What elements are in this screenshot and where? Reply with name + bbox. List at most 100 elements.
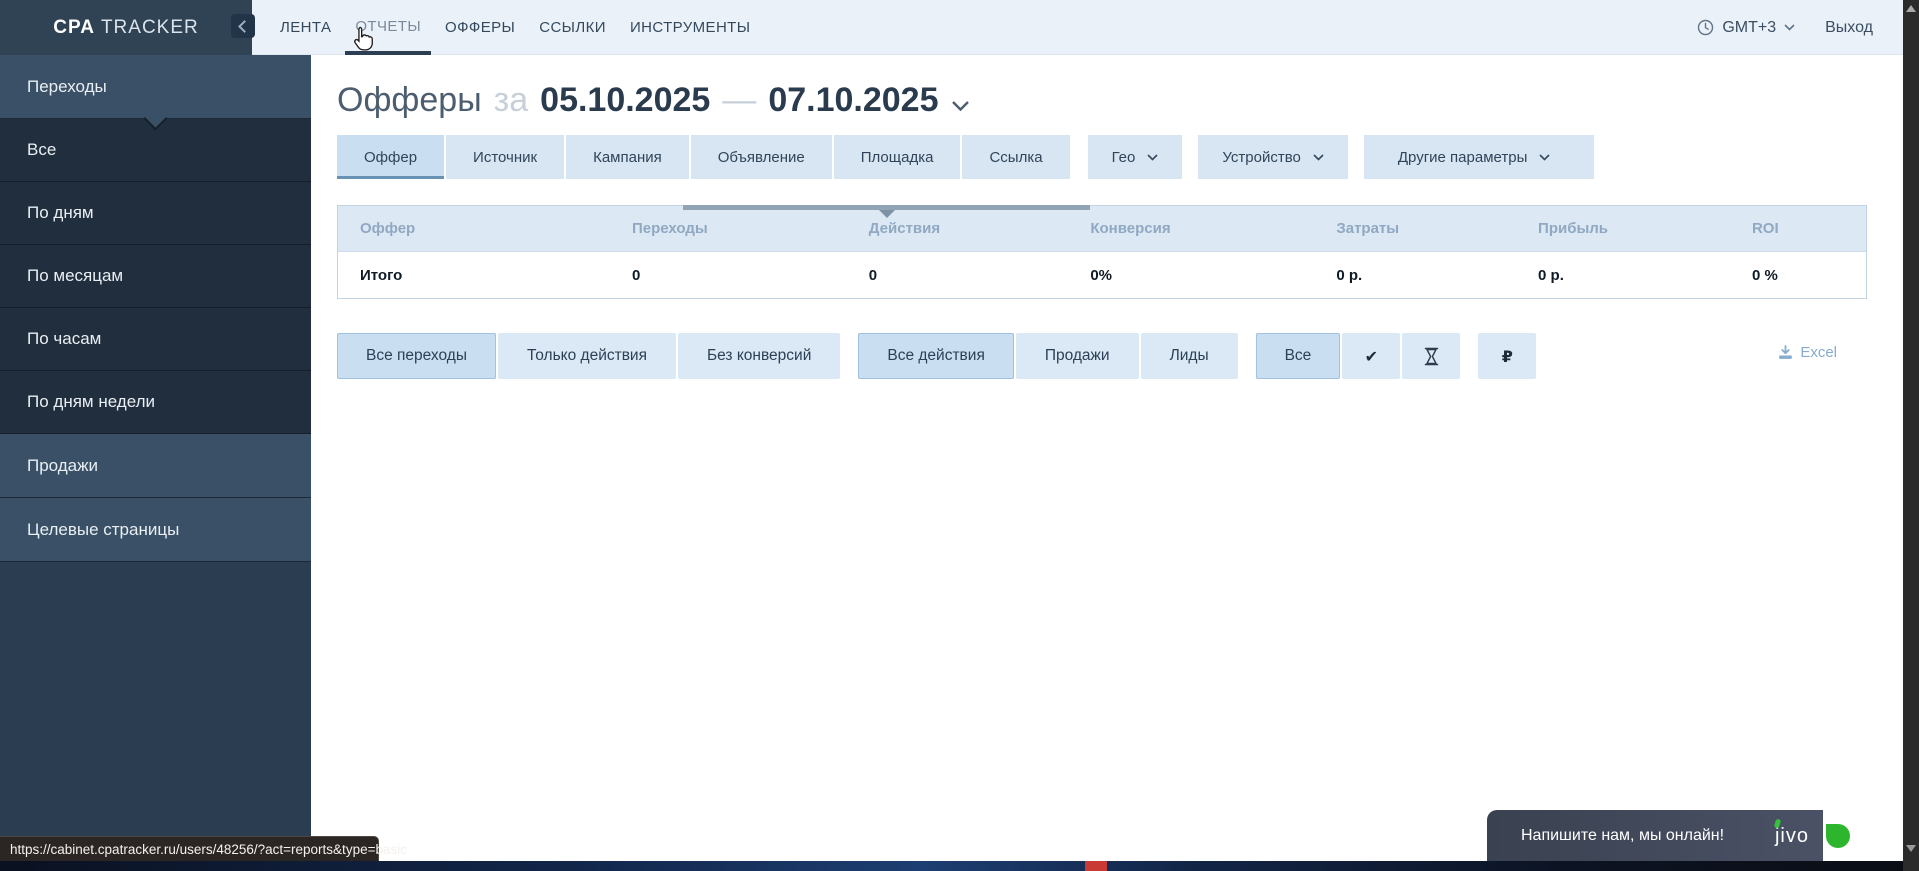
filter-tolko-deystviya[interactable]: Только действия [498, 333, 676, 379]
dropdown-drugie-parametry[interactable]: Другие параметры [1364, 135, 1595, 179]
filter-status-approved[interactable]: ✔ [1342, 333, 1400, 379]
taskbar-red-accent [1085, 861, 1107, 871]
navbar-right: GMT+3 Выход [1697, 0, 1873, 55]
export-excel-label: Excel [1800, 344, 1837, 361]
status-filter-group: Все ✔ [1256, 333, 1461, 379]
hourglass-icon [1424, 347, 1439, 366]
sidebar-item-po-mesyacam[interactable]: По месяцам [0, 245, 311, 308]
chevron-down-icon [1784, 24, 1795, 31]
title-preposition: за [494, 81, 529, 120]
sidebar-item-prodazhi[interactable]: Продажи [0, 434, 311, 498]
totals-konversiya: 0% [1068, 252, 1314, 298]
brand-logo-light: TRACKER [101, 17, 199, 39]
dropdown-drugie-parametry-label: Другие параметры [1398, 149, 1528, 166]
actions-filter-group: Все действия Продажи Лиды [858, 333, 1237, 379]
bottom-taskbar-edge [0, 861, 1919, 871]
sort-indicator-icon [683, 205, 1089, 210]
nav-tab-lenta[interactable]: ЛЕНТА [270, 0, 341, 55]
totals-perehody: 0 [610, 252, 847, 298]
date-separator: — [722, 81, 756, 120]
filter-vse-deystviya[interactable]: Все действия [858, 333, 1013, 379]
status-url-tooltip: https://cabinet.cpatracker.ru/users/4825… [0, 836, 379, 862]
main-nav: ЛЕНТА ОТЧЕТЫ ОФФЕРЫ ССЫЛКИ ИНСТРУМЕНТЫ [270, 0, 760, 54]
download-icon [1778, 345, 1793, 360]
dimension-tabs: Оффер Источник Кампания Объявление Площа… [337, 135, 1594, 179]
filter-vse-perehody[interactable]: Все переходы [337, 333, 496, 379]
ruble-icon: ₽ [1502, 347, 1513, 366]
filter-status-vse[interactable]: Все [1256, 333, 1341, 379]
tab-ploschadka[interactable]: Площадка [834, 135, 961, 179]
dropdown-ustroystvo[interactable]: Устройство [1198, 135, 1347, 179]
date-to[interactable]: 07.10.2025 [768, 81, 938, 120]
chat-brand-logo: jivo [1775, 825, 1809, 848]
tab-offer[interactable]: Оффер [337, 135, 444, 179]
totals-label: Итого [338, 252, 610, 298]
filter-prodazhi[interactable]: Продажи [1016, 333, 1139, 379]
sidebar-collapse-button[interactable] [231, 14, 255, 38]
column-header-pribyl[interactable]: Прибыль [1516, 206, 1730, 251]
chat-message: Напишите нам, мы онлайн! [1521, 827, 1724, 845]
sidebar-item-po-dnyam-nedeli[interactable]: По дням недели [0, 371, 311, 434]
filter-status-pending[interactable] [1402, 333, 1460, 379]
chevron-down-icon [1539, 154, 1550, 161]
sidebar-item-po-chasam[interactable]: По часам [0, 308, 311, 371]
table-row-totals: Итого 0 0 0% 0 р. 0 р. 0 % [338, 251, 1866, 298]
chevron-down-icon [1313, 154, 1324, 161]
report-title-row: Офферы за 05.10.2025 — 07.10.2025 [337, 81, 970, 120]
nav-tab-ssylki[interactable]: ССЫЛКИ [529, 0, 616, 55]
dropdown-geo-label: Гео [1112, 149, 1136, 166]
brand-logo-bold: CPA [53, 17, 95, 39]
column-header-konversiya[interactable]: Конверсия [1068, 206, 1314, 251]
logout-link[interactable]: Выход [1825, 19, 1873, 37]
filter-lidy[interactable]: Лиды [1141, 333, 1238, 379]
filter-bez-konversiy[interactable]: Без конверсий [678, 333, 840, 379]
report-table: Оффер Переходы Действия Конверсия Затрат… [337, 205, 1867, 299]
leaf-icon [1826, 824, 1850, 848]
export-excel-link[interactable]: Excel [1778, 344, 1837, 361]
vertical-scrollbar[interactable] [1903, 0, 1919, 871]
status-url-text: https://cabinet.cpatracker.ru/users/4825… [10, 842, 407, 857]
tab-obyavlenie[interactable]: Объявление [691, 135, 832, 179]
check-icon: ✔ [1365, 347, 1378, 366]
table-header-row: Оффер Переходы Действия Конверсия Затрат… [338, 206, 1866, 251]
totals-zatraty: 0 р. [1314, 252, 1516, 298]
scroll-down-arrow-icon[interactable] [1906, 845, 1916, 852]
nav-tab-instrumenty[interactable]: ИНСТРУМЕНТЫ [620, 0, 761, 55]
chat-leaf-box [1823, 810, 1853, 862]
totals-pribyl: 0 р. [1516, 252, 1730, 298]
mouse-pointer-cursor [349, 24, 379, 56]
currency-filter-group: ₽ [1478, 333, 1536, 379]
traffic-filter-group: Все переходы Только действия Без конверс… [337, 333, 840, 379]
report-content: Офферы за 05.10.2025 — 07.10.2025 Оффер … [311, 55, 1903, 871]
chat-brand-text: jivo [1775, 825, 1809, 847]
column-header-offer[interactable]: Оффер [338, 206, 610, 251]
timezone-selector[interactable]: GMT+3 [1697, 19, 1795, 37]
nav-tab-offery[interactable]: ОФФЕРЫ [435, 0, 525, 55]
top-navbar: CPA TRACKER ЛЕНТА ОТЧЕТЫ ОФФЕРЫ ССЫЛКИ И… [0, 0, 1903, 55]
date-range-chevron-icon[interactable] [951, 100, 970, 112]
scroll-up-arrow-icon[interactable] [1906, 5, 1916, 12]
brand-logo: CPA TRACKER [0, 0, 252, 55]
chevron-left-icon [238, 20, 251, 33]
date-from[interactable]: 05.10.2025 [540, 81, 710, 120]
sidebar-item-perehody[interactable]: Переходы [0, 55, 311, 119]
column-header-zatraty[interactable]: Затраты [1314, 206, 1516, 251]
page-title: Офферы [337, 81, 482, 120]
filter-row: Все переходы Только действия Без конверс… [337, 333, 1554, 379]
tab-istochnik[interactable]: Источник [446, 135, 564, 179]
column-header-roi[interactable]: ROI [1730, 206, 1866, 251]
chevron-down-icon [1147, 154, 1158, 161]
tab-ssylka[interactable]: Ссылка [962, 135, 1069, 179]
tab-kampaniya[interactable]: Кампания [566, 135, 689, 179]
dropdown-geo[interactable]: Гео [1088, 135, 1183, 179]
column-header-perehody[interactable]: Переходы [610, 206, 847, 251]
sidebar-item-po-dnyam[interactable]: По дням [0, 182, 311, 245]
sidebar-item-celevye-stranicy[interactable]: Целевые страницы [0, 498, 311, 562]
chat-widget[interactable]: Напишите нам, мы онлайн! jivo [1487, 810, 1853, 862]
dropdown-ustroystvo-label: Устройство [1222, 149, 1300, 166]
sidebar-item-label: Переходы [27, 77, 107, 97]
totals-roi: 0 % [1730, 252, 1866, 298]
filter-currency-ruble[interactable]: ₽ [1478, 333, 1536, 379]
app-window: CPA TRACKER ЛЕНТА ОТЧЕТЫ ОФФЕРЫ ССЫЛКИ И… [0, 0, 1919, 871]
totals-deystviya: 0 [847, 252, 1069, 298]
